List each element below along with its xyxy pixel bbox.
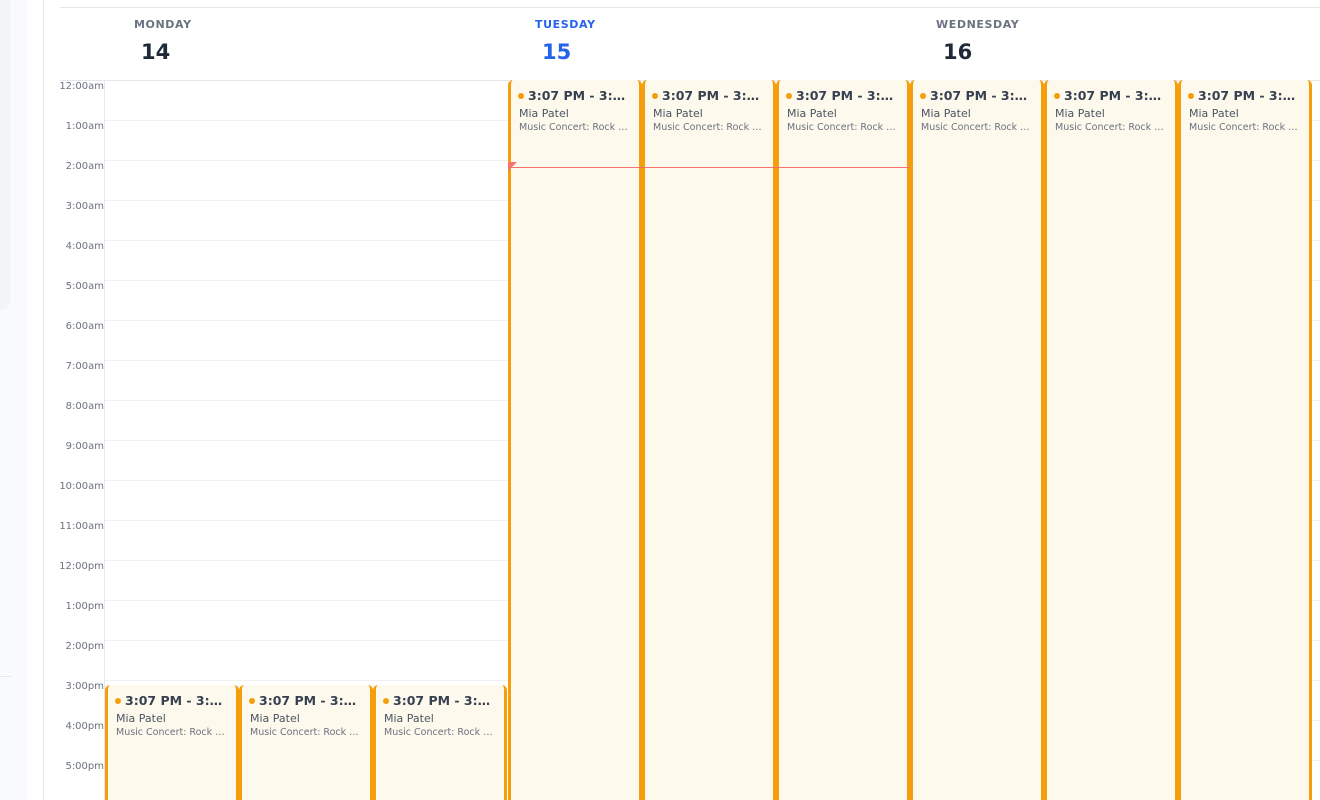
- event-description: Music Concert: Rock Night: [250, 727, 370, 738]
- current-time-line: [508, 167, 910, 168]
- event-time: 3:07 PM - 3:07 PM: [786, 88, 907, 103]
- time-label: 1:00pm: [65, 601, 104, 612]
- event-card[interactable]: 3:07 PM - 3:07 PM Mia Patel Music Concert:…: [910, 80, 1044, 800]
- event-card[interactable]: 3:07 PM - 3:07 PM Mia Patel Music Concert:…: [1178, 80, 1312, 800]
- event-card[interactable]: 3:07 PM - 3:07 PM Mia Patel Music Concert:…: [239, 685, 373, 800]
- event-time-text: 3:07 PM - 3:07 PM: [796, 88, 907, 103]
- time-label: 8:00am: [65, 401, 104, 412]
- event-description: Music Concert: Rock Night: [1189, 122, 1309, 133]
- time-label: 1:00am: [65, 121, 104, 132]
- event-time: 3:07 PM - 3:07 PM: [383, 693, 504, 708]
- status-dot-icon: [249, 697, 255, 704]
- time-label: 2:00pm: [65, 641, 104, 652]
- event-card[interactable]: 3:07 PM - 3:07 PM Mia Patel Music Concert:…: [373, 685, 507, 800]
- event-time-text: 3:07 PM - 3:07 PM: [930, 88, 1041, 103]
- event-description: Music Concert: Rock Night: [787, 122, 907, 133]
- time-label: 11:00am: [59, 521, 104, 532]
- status-dot-icon: [1188, 92, 1194, 99]
- event-time: 3:07 PM - 3:07 PM: [1054, 88, 1175, 103]
- event-card[interactable]: 3:07 PM - 3:07 PM Mia Patel Music Concert:…: [642, 80, 776, 800]
- event-card[interactable]: 3:07 PM - 3:07 PM Mia Patel Music Concert:…: [105, 685, 239, 800]
- status-dot-icon: [383, 697, 389, 704]
- event-person: Mia Patel: [653, 107, 703, 120]
- event-time-text: 3:07 PM - 3:07 PM: [393, 693, 504, 708]
- event-time-text: 3:07 PM - 3:07 PM: [662, 88, 773, 103]
- day-name: WEDNESDAY: [936, 18, 1020, 31]
- status-dot-icon: [786, 92, 792, 99]
- time-label: 2:00am: [65, 161, 104, 172]
- time-label: 10:00am: [59, 481, 104, 492]
- event-person: Mia Patel: [1189, 107, 1239, 120]
- status-dot-icon: [518, 92, 524, 99]
- event-time: 3:07 PM - 3:07 PM: [518, 88, 639, 103]
- event-description: Music Concert: Rock Night: [921, 122, 1041, 133]
- event-description: Music Concert: Rock Night: [653, 122, 773, 133]
- event-time: 3:07 PM - 3:07 PM: [1188, 88, 1309, 103]
- day-number[interactable]: 16: [943, 40, 972, 64]
- event-time: 3:07 PM - 3:07 PM: [249, 693, 370, 708]
- time-label: 3:00pm: [65, 681, 104, 692]
- header-divider: [60, 7, 1320, 8]
- time-label: 4:00pm: [65, 721, 104, 732]
- event-person: Mia Patel: [921, 107, 971, 120]
- event-time-text: 3:07 PM - 3:07 PM: [528, 88, 639, 103]
- time-label: 5:00am: [65, 281, 104, 292]
- event-person: Mia Patel: [787, 107, 837, 120]
- sidebar-panel: [0, 0, 10, 310]
- event-time-text: 3:07 PM - 3:07 PM: [125, 693, 236, 708]
- event-card[interactable]: 3:07 PM - 3:07 PM Mia Patel Music Concert:…: [1044, 80, 1178, 800]
- time-label: 4:00am: [65, 241, 104, 252]
- event-time-text: 3:07 PM - 3:07 PM: [1198, 88, 1309, 103]
- status-dot-icon: [115, 697, 121, 704]
- current-time-marker: [508, 162, 517, 171]
- event-person: Mia Patel: [519, 107, 569, 120]
- day-name: TUESDAY: [535, 18, 596, 31]
- time-label: 12:00pm: [59, 561, 104, 572]
- event-time: 3:07 PM - 3:07 PM: [920, 88, 1041, 103]
- event-time: 3:07 PM - 3:07 PM: [115, 693, 236, 708]
- day-number[interactable]: 15: [542, 40, 571, 64]
- status-dot-icon: [1054, 92, 1060, 99]
- event-card[interactable]: 3:07 PM - 3:07 PM Mia Patel Music Concert:…: [776, 80, 910, 800]
- event-person: Mia Patel: [250, 712, 300, 725]
- time-label: 12:00am: [59, 81, 104, 92]
- day-name: MONDAY: [134, 18, 192, 31]
- event-time-text: 3:07 PM - 3:07 PM: [1064, 88, 1175, 103]
- time-label: 3:00am: [65, 201, 104, 212]
- time-label: 6:00am: [65, 321, 104, 332]
- event-time-text: 3:07 PM - 3:07 PM: [259, 693, 370, 708]
- event-card[interactable]: 3:07 PM - 3:07 PM Mia Patel Music Concert:…: [508, 80, 642, 800]
- event-time: 3:07 PM - 3:07 PM: [652, 88, 773, 103]
- sidebar-divider: [0, 676, 11, 677]
- event-description: Music Concert: Rock Night: [519, 122, 639, 133]
- status-dot-icon: [920, 92, 926, 99]
- time-label: 5:00pm: [65, 761, 104, 772]
- event-description: Music Concert: Rock Night: [1055, 122, 1175, 133]
- event-description: Music Concert: Rock Night: [116, 727, 236, 738]
- time-label: 7:00am: [65, 361, 104, 372]
- time-gutter: 12:00am 1:00am 2:00am 3:00am 4:00am 5:00am 6:0…: [44, 80, 104, 800]
- event-person: Mia Patel: [1055, 107, 1105, 120]
- event-person: Mia Patel: [116, 712, 166, 725]
- event-person: Mia Patel: [384, 712, 434, 725]
- status-dot-icon: [652, 92, 658, 99]
- event-description: Music Concert: Rock Night: [384, 727, 504, 738]
- time-label: 9:00am: [65, 441, 104, 452]
- day-number[interactable]: 14: [141, 40, 170, 64]
